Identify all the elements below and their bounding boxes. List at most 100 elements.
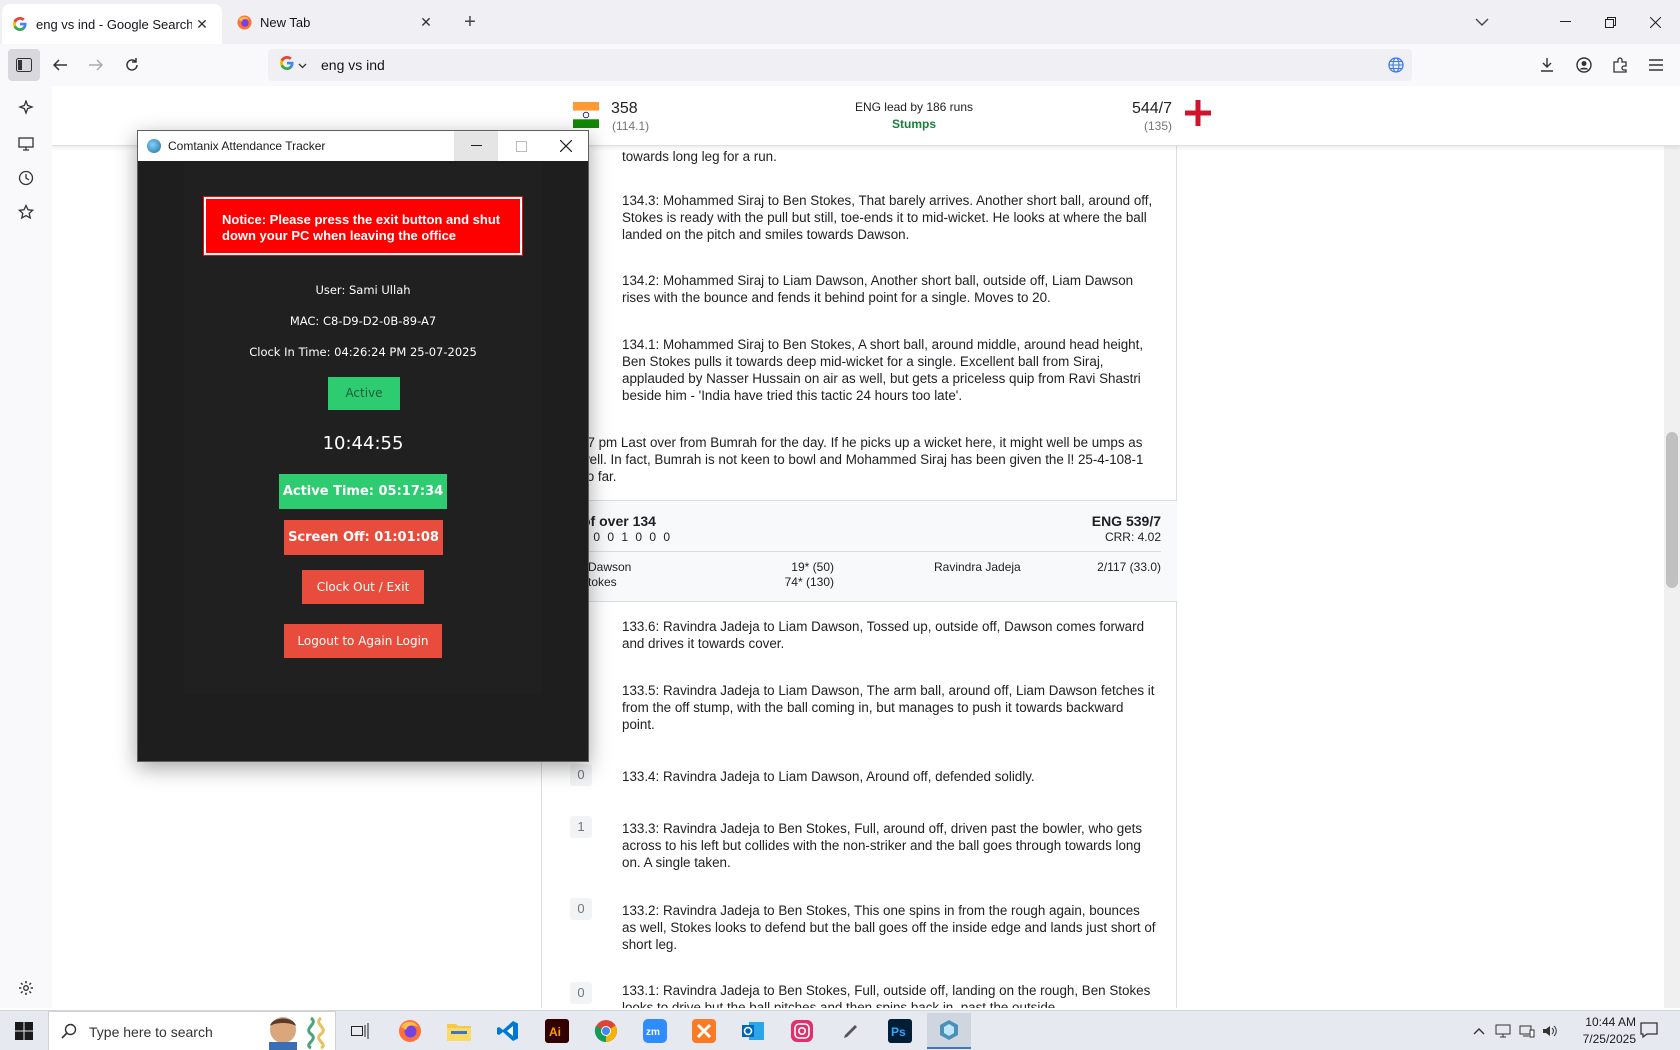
divider — [582, 551, 1161, 552]
taskbar-search-box[interactable]: Type here to search — [48, 1011, 336, 1050]
over-balls: - 0 0 1 0 0 0 — [582, 530, 673, 544]
over-summary: of over 134 - 0 0 1 0 0 0 ENG 539/7 CRR:… — [542, 500, 1177, 602]
commentary-note: 27 pm Last over from Bumrah for the day.… — [580, 435, 1144, 484]
restore-window-button[interactable] — [1587, 0, 1633, 44]
svg-text:zm: zm — [646, 1027, 660, 1038]
notification-center-icon[interactable] — [1640, 1021, 1660, 1041]
tracker-titlebar[interactable]: Comtanix Attendance Tracker — [138, 131, 588, 161]
scrollbar-thumb[interactable] — [1666, 432, 1678, 588]
status-badge: Active — [328, 377, 400, 410]
mac-address-label: MAC: C8-D9-D2-0B-89-A7 — [289, 314, 437, 328]
windows-taskbar: Type here to search Ai zm Ps 10:44 AM 7/… — [0, 1010, 1680, 1050]
clock-in-label: Clock In Time: 04:26:24 PM 25-07-2025 — [249, 345, 477, 359]
tracker-app-icon — [147, 139, 161, 153]
chrome-icon[interactable] — [584, 1013, 628, 1049]
tracker-window-title: Comtanix Attendance Tracker — [168, 139, 326, 153]
show-hidden-icons-chevron-icon[interactable] — [1470, 1022, 1488, 1040]
attendance-tracker-window: Comtanix Attendance Tracker Notice: Plea… — [137, 130, 589, 762]
clock-out-button[interactable]: Clock Out / Exit — [302, 570, 424, 604]
close-tab-icon[interactable]: ✕ — [416, 12, 436, 32]
list-tabs-chevron-icon[interactable] — [1459, 0, 1505, 44]
taskbar-clock[interactable]: 10:44 AM 7/25/2025 — [1552, 1014, 1636, 1048]
new-tab-button[interactable]: + — [458, 10, 482, 34]
windows-start-icon[interactable] — [0, 1011, 48, 1050]
run-badge: 0 — [570, 982, 592, 1004]
screen-off-display: Screen Off: 01:01:08 — [284, 520, 443, 555]
active-time-display: Active Time: 05:17:34 — [279, 474, 447, 509]
india-score: 358 — [611, 100, 638, 117]
reload-icon[interactable] — [116, 49, 148, 81]
tracker-close-button[interactable] — [544, 131, 588, 161]
run-badge: 1 — [570, 816, 592, 838]
page-scrollbar[interactable] — [1664, 146, 1680, 1008]
account-icon[interactable] — [1568, 49, 1600, 81]
commentary-text: 133.4: Ravindra Jadeja to Liam Dawson, A… — [622, 769, 1035, 784]
over-team-score: ENG 539/7 — [1091, 513, 1161, 529]
svg-text:Ps: Ps — [891, 1025, 906, 1039]
vscode-icon[interactable] — [486, 1013, 530, 1049]
network-tray-icon[interactable] — [1518, 1022, 1536, 1040]
batter-2-name: tokes — [588, 575, 617, 589]
menu-hamburger-icon[interactable] — [1640, 49, 1672, 81]
address-bar[interactable]: eng vs ind — [268, 49, 1412, 81]
match-status: Stumps — [891, 117, 936, 131]
commentary-text: 134.2: Mohammed Siraj to Liam Dawson, An… — [622, 273, 1134, 305]
outlook-icon[interactable] — [731, 1013, 775, 1049]
logout-button[interactable]: Logout to Again Login — [284, 624, 442, 658]
tab-google-search[interactable]: eng vs ind - Google Search ✕ — [2, 4, 222, 44]
user-label: User: Sami Ullah — [315, 283, 411, 297]
navigation-toolbar: eng vs ind — [0, 44, 1680, 86]
taskbar-date: 7/25/2025 — [1582, 1032, 1636, 1046]
illustrator-icon[interactable]: Ai — [535, 1013, 579, 1049]
sidebar-toggle-button[interactable] — [8, 49, 40, 81]
url-text[interactable]: eng vs ind — [321, 57, 385, 73]
commentary-text: 134.1: Mohammed Siraj to Ben Stokes, A s… — [622, 337, 1144, 403]
commentary-text: 133.1: Ravindra Jadeja to Ben Stokes, Fu… — [622, 983, 1151, 1008]
batter-2-score: 74* (130) — [784, 575, 834, 589]
search-engine-selector[interactable] — [272, 52, 314, 78]
run-badge: 0 — [570, 898, 592, 920]
notice-banner: Notice: Please press the exit button and… — [203, 196, 523, 256]
commentary-text: 133.6: Ravindra Jadeja to Liam Dawson, T… — [622, 619, 1145, 651]
ai-chatbot-sparkle-icon[interactable] — [16, 98, 36, 118]
current-time-display: 10:44:55 — [322, 433, 404, 454]
minimize-window-button[interactable] — [1542, 0, 1588, 44]
tracker-app-icon[interactable] — [927, 1013, 971, 1049]
pen-tool-icon[interactable] — [829, 1013, 873, 1049]
commentary-text: 133.5: Ravindra Jadeja to Liam Dawson, T… — [622, 683, 1155, 732]
match-status-line: ENG lead by 186 runs — [854, 100, 974, 114]
chevron-down-icon — [298, 56, 307, 74]
firefox-icon — [236, 14, 252, 30]
extensions-icon[interactable] — [1604, 49, 1636, 81]
history-clock-icon[interactable] — [16, 168, 36, 188]
batter-1-name: Dawson — [588, 560, 632, 574]
synced-tabs-icon[interactable] — [16, 134, 36, 154]
zoom-icon[interactable]: zm — [633, 1013, 677, 1049]
instagram-icon[interactable] — [780, 1013, 824, 1049]
commentary-text: towards long leg for a run. — [622, 149, 777, 164]
translate-globe-icon[interactable] — [1388, 57, 1404, 78]
tab-new-tab[interactable]: New Tab ✕ — [226, 4, 446, 40]
bookmarks-star-icon[interactable] — [16, 202, 36, 222]
back-arrow-icon[interactable] — [44, 49, 76, 81]
display-tray-icon[interactable] — [1494, 1022, 1512, 1040]
xampp-icon[interactable] — [682, 1013, 726, 1049]
tab-strip: eng vs ind - Google Search ✕ New Tab ✕ + — [0, 0, 1680, 44]
close-window-button[interactable] — [1632, 0, 1678, 44]
tracker-maximize-button[interactable] — [499, 131, 543, 161]
firefox-icon[interactable] — [388, 1013, 432, 1049]
over-run-rate: CRR: 4.02 — [1104, 530, 1161, 544]
close-tab-icon[interactable]: ✕ — [192, 14, 212, 34]
file-explorer-icon[interactable] — [437, 1013, 481, 1049]
task-view-icon[interactable] — [338, 1013, 382, 1049]
run-badge: 0 — [570, 764, 592, 786]
commentary-feed: towards long leg for a run. 134.3: Moham… — [541, 146, 1177, 1008]
england-score: 544/7 — [1131, 100, 1172, 117]
forward-arrow-icon[interactable] — [80, 49, 112, 81]
india-overs: (114.1) — [612, 119, 650, 133]
downloads-icon[interactable] — [1531, 49, 1563, 81]
settings-gear-icon[interactable] — [16, 978, 36, 998]
tracker-minimize-button[interactable] — [454, 131, 498, 161]
photoshop-icon[interactable]: Ps — [878, 1013, 922, 1049]
over-title: of over 134 — [582, 513, 656, 529]
